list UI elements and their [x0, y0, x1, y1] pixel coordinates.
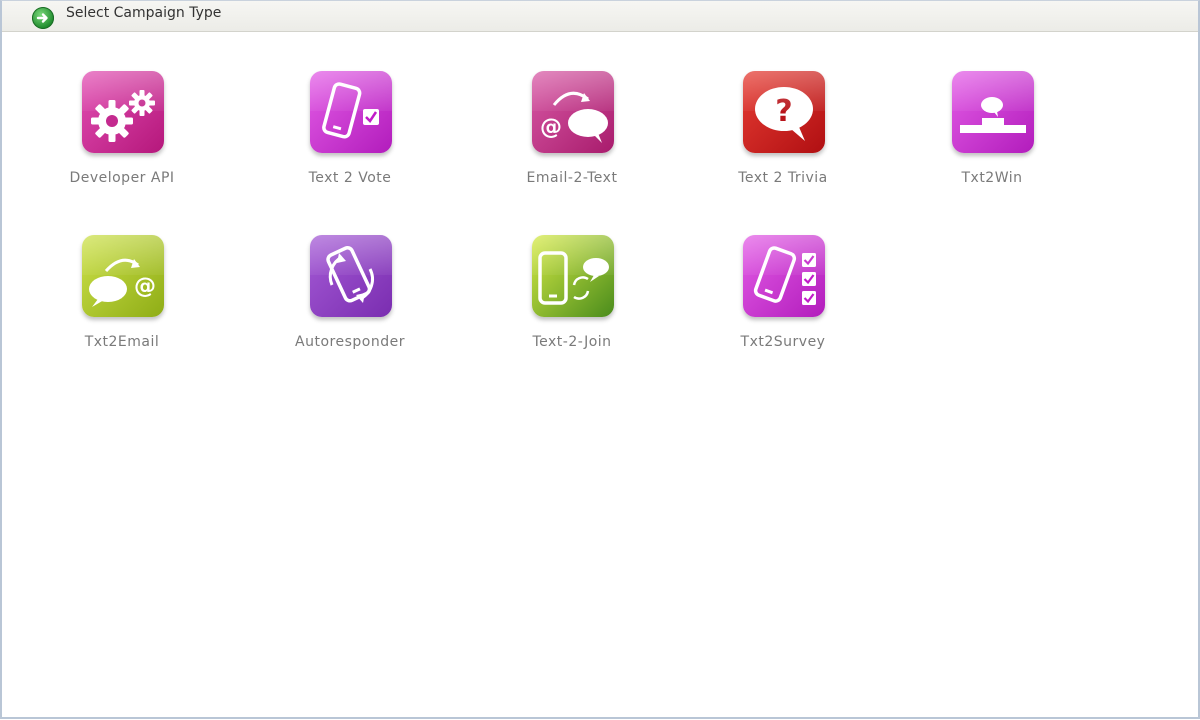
arrow-right-circle-icon [32, 7, 54, 29]
tile-text-2-trivia[interactable]: ? Text 2 Trivia [703, 71, 863, 211]
campaign-type-panel: Select Campaign Type Developer API Text … [0, 0, 1200, 719]
tile-text-2-join[interactable]: Text-2-Join [492, 235, 652, 375]
tile-label: Txt2Win [961, 170, 1023, 186]
tile-label: Developer API [69, 170, 175, 186]
tile-label: Txt2Survey [740, 334, 826, 350]
podium-icon [952, 71, 1034, 153]
gears-icon [82, 71, 164, 153]
tile-txt2email[interactable]: @ Txt2Email [42, 235, 202, 375]
tile-label: Text 2 Vote [308, 170, 392, 186]
svg-text:@: @ [134, 274, 156, 299]
tile-label: Txt2Email [84, 334, 160, 350]
phone-checklist-icon [743, 235, 825, 317]
phone-chat-join-icon [532, 235, 614, 317]
tile-label: Email-2-Text [526, 170, 618, 186]
tile-label: Text-2-Join [532, 334, 612, 350]
tile-autoresponder[interactable]: Autoresponder [270, 235, 430, 375]
email-to-chat-icon: @ [532, 71, 614, 153]
tile-txt2win[interactable]: Txt2Win [912, 71, 1072, 211]
tile-txt2survey[interactable]: Txt2Survey [703, 235, 863, 375]
phone-refresh-icon [310, 235, 392, 317]
chat-to-email-icon: @ [82, 235, 164, 317]
tile-developer-api[interactable]: Developer API [42, 71, 202, 211]
tile-text-2-vote[interactable]: Text 2 Vote [270, 71, 430, 211]
tile-label: Autoresponder [295, 334, 405, 350]
svg-text:@: @ [540, 115, 562, 140]
tile-email-2-text[interactable]: @ Email-2-Text [492, 71, 652, 211]
tile-label: Text 2 Trivia [738, 170, 828, 186]
question-bubble-icon: ? [743, 71, 825, 153]
phone-check-icon [310, 71, 392, 153]
page-title: Select Campaign Type [66, 5, 222, 21]
panel-header: Select Campaign Type [2, 1, 1198, 32]
svg-text:?: ? [775, 94, 792, 129]
